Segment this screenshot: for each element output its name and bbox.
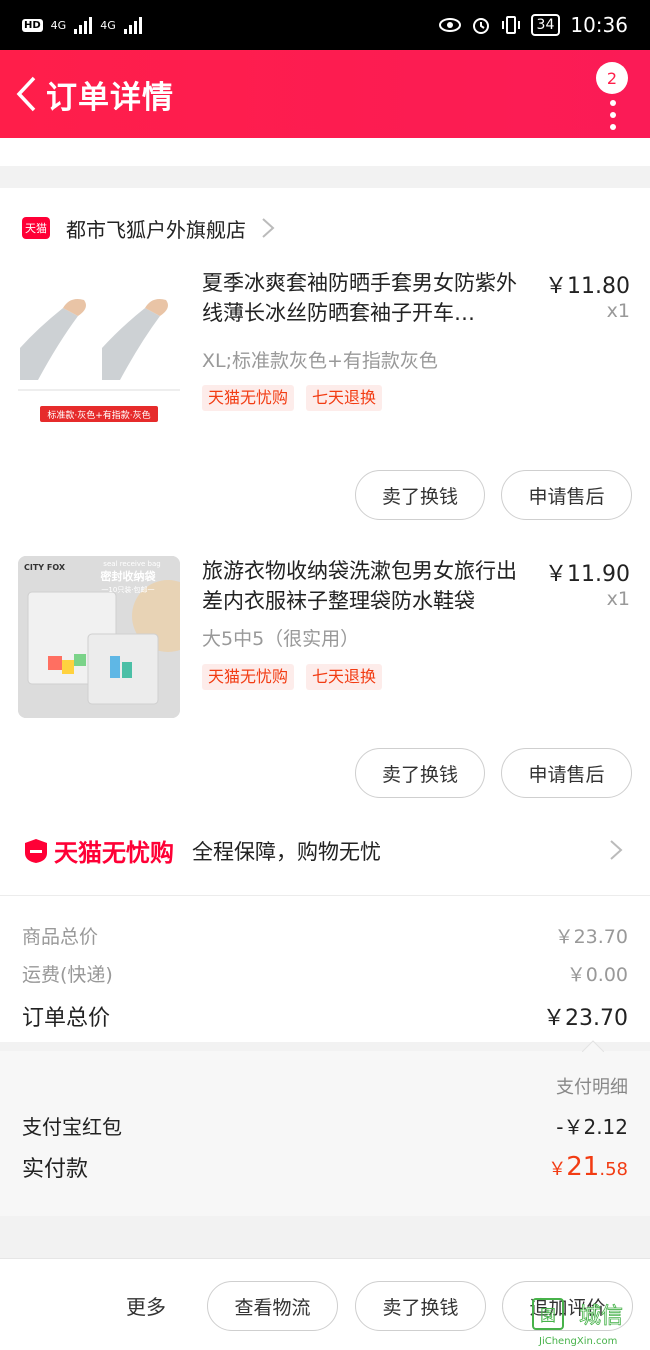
hd-icon: HD (22, 18, 43, 32)
store-row[interactable]: 天猫 都市飞狐户外旗舰店 (0, 188, 650, 268)
sell-resale-button[interactable]: 卖了换钱 (355, 470, 485, 520)
assurance-text: 全程保障，购物无忧 (192, 839, 381, 864)
assurance-logo: 天猫无忧购 (54, 839, 174, 867)
product-price: ￥11.90 (545, 562, 630, 587)
product-item-2[interactable]: CITY FOX seal receive bag 密封收纳袋 一10只装·包邮… (0, 556, 650, 806)
tag-worry-free: 天猫无忧购 (202, 385, 295, 411)
shipping-row: 运费(快递) ￥0.00 (22, 960, 628, 987)
more-button[interactable]: 更多 (126, 1291, 166, 1320)
back-icon[interactable] (6, 50, 46, 138)
product-image-sleeves[interactable]: 标准款·灰色+有指款·灰色 (18, 268, 180, 430)
tmall-icon: 天猫 (22, 217, 50, 239)
svg-text:園: 園 (540, 1306, 556, 1325)
assurance-banner[interactable]: 天猫无忧购 全程保障，购物无忧 (0, 806, 650, 896)
status-bar: HD 4G 4G 34 10:36 (0, 0, 650, 50)
watermark-brand: 城信 (579, 1304, 623, 1329)
network-label-1: 4G (50, 18, 67, 32)
product-actions: 卖了换钱 申请售后 (355, 470, 632, 520)
product-item-1[interactable]: 标准款·灰色+有指款·灰色 夏季冰爽套袖防晒手套男女防紫外线薄长冰丝防晒套袖子开… (0, 268, 650, 548)
product-sku: XL;标准款灰色+有指款灰色 (202, 350, 438, 372)
alarm-icon (472, 18, 489, 34)
page-title: 订单详情 (46, 79, 174, 116)
header-strip (0, 138, 650, 166)
order-total-label: 订单总价 (22, 1006, 111, 1031)
product-tags: 天猫无忧购 七天退换 (202, 385, 383, 411)
payment-details: 支付明细 支付宝红包 -￥2.12 实付款 ￥21.58 (0, 1040, 650, 1216)
actual-payment-label: 实付款 (22, 1157, 89, 1182)
product-image-brand: CITY FOX (24, 563, 66, 572)
product-image-sub: 一10只装·包邮一 (101, 585, 154, 594)
product-tags: 天猫无忧购 七天退换 (202, 664, 383, 690)
goods-total-row: 商品总价 ￥23.70 (22, 922, 628, 949)
sell-resale-button[interactable]: 卖了换钱 (355, 1281, 486, 1331)
after-sale-button[interactable]: 申请售后 (501, 470, 632, 520)
bottom-action-bar: 更多 查看物流 卖了换钱 追加评价 園城信 JiChengXin.com (0, 1258, 650, 1350)
message-badge: 2 (596, 62, 628, 94)
shipping-label: 运费(快递) (22, 964, 113, 986)
after-sale-button[interactable]: 申请售后 (501, 748, 632, 798)
signal-icon (74, 16, 93, 34)
watermark-text: JiChengXin.com (539, 1336, 618, 1347)
more-vertical-icon (610, 100, 616, 136)
redpacket-label: 支付宝红包 (22, 1115, 122, 1139)
eye-icon (438, 18, 461, 32)
goods-total-value: ￥23.70 (554, 926, 628, 948)
battery-icon: 34 (530, 14, 561, 36)
chevron-right-icon (610, 840, 623, 860)
order-total-value: ￥23.70 (543, 1006, 628, 1031)
actual-decimal: .58 (599, 1159, 628, 1180)
view-logistics-button[interactable]: 查看物流 (207, 1281, 338, 1331)
product-image-label: 密封收纳袋 (101, 569, 157, 583)
goods-total-label: 商品总价 (22, 926, 99, 948)
payment-detail-label[interactable]: 支付明细 (556, 1073, 628, 1099)
signal-icon-2 (123, 16, 142, 34)
status-left: HD 4G 4G (22, 16, 142, 34)
actual-payment-value: ￥21.58 (548, 1152, 628, 1182)
store-name: 都市飞狐户外旗舰店 (66, 217, 246, 242)
shield-icon (25, 838, 47, 863)
caret-up-icon (582, 1040, 604, 1052)
product-title[interactable]: 夏季冰爽套袖防晒手套男女防紫外线薄长冰丝防晒套袖子开车… (202, 268, 537, 328)
watermark-logo: 園 城信 JiChengXin.com (531, 1297, 646, 1347)
shipping-value: ￥0.00 (566, 964, 628, 986)
actual-payment-row: 实付款 ￥21.58 (22, 1151, 628, 1183)
vibrate-icon (501, 16, 520, 34)
product-image-label-en: seal receive bag (103, 560, 160, 568)
order-total-row: 订单总价 ￥23.70 (22, 1000, 628, 1032)
redpacket-row: 支付宝红包 -￥2.12 (22, 1111, 628, 1140)
product-image-caption: 标准款·灰色+有指款·灰色 (47, 409, 150, 421)
more-menu-button[interactable]: 2 (578, 62, 628, 132)
product-title[interactable]: 旅游衣物收纳袋洗漱包男女旅行出差内衣服袜子整理袋防水鞋袋 (202, 556, 537, 616)
order-card: 天猫 都市飞狐户外旗舰店 标准款·灰色+有指款·灰色 夏季冰爽套袖防晒手套男女防… (0, 188, 650, 861)
product-actions: 卖了换钱 申请售后 (355, 748, 632, 798)
product-image-storage-bag[interactable]: CITY FOX seal receive bag 密封收纳袋 一10只装·包邮… (18, 556, 180, 718)
actual-integer: 21 (566, 1152, 600, 1182)
navbar: 订单详情 2 (0, 50, 650, 138)
actual-currency: ￥ (548, 1159, 567, 1180)
status-right: 34 10:36 (438, 13, 628, 37)
product-qty: x1 (606, 300, 630, 322)
chevron-right-icon (262, 218, 275, 238)
product-price: ￥11.80 (545, 274, 630, 299)
tag-worry-free: 天猫无忧购 (202, 664, 295, 690)
product-sku: 大5中5（很实用） (202, 628, 360, 650)
tag-seven-day-return: 七天退换 (306, 664, 383, 690)
tag-seven-day-return: 七天退换 (306, 385, 383, 411)
network-label-2: 4G (100, 18, 116, 32)
product-qty: x1 (606, 588, 630, 610)
sell-resale-button[interactable]: 卖了换钱 (355, 748, 485, 798)
redpacket-value: -￥2.12 (556, 1115, 628, 1139)
clock: 10:36 (570, 13, 628, 37)
